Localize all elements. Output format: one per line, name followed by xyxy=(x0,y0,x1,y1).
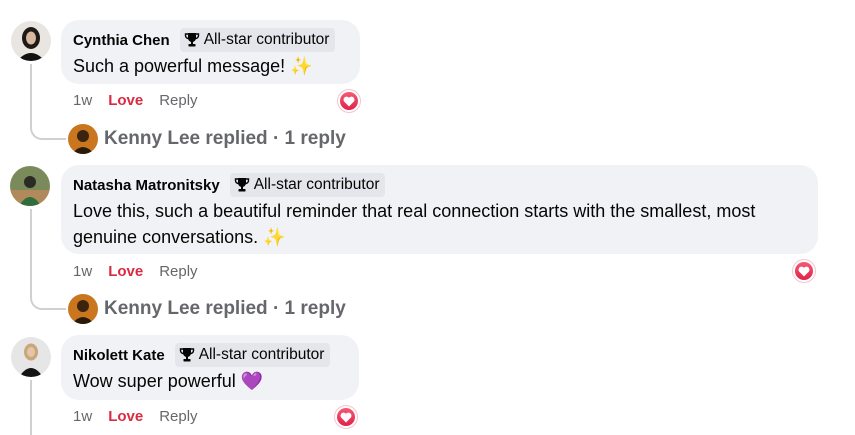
love-reaction-button[interactable]: Love xyxy=(108,263,143,280)
avatar-kenny-lee xyxy=(68,294,98,324)
trophy-icon xyxy=(184,33,199,47)
trophy-icon xyxy=(179,348,194,362)
comment-text: Wow super powerful 💜 xyxy=(73,371,264,391)
contributor-badge[interactable]: All-star contributor xyxy=(174,343,331,367)
replied-summary: Kenny Lee replied · 1 reply xyxy=(104,298,346,319)
trophy-icon xyxy=(234,178,249,192)
thread-line xyxy=(30,64,32,124)
avatar-nikolett-kate[interactable] xyxy=(11,337,51,377)
comment-author[interactable]: Nikolett Kate xyxy=(73,347,165,364)
reply-connector xyxy=(30,288,66,310)
heart-reaction-icon xyxy=(798,266,810,276)
reply-button[interactable]: Reply xyxy=(159,92,197,109)
love-reaction-button[interactable]: Love xyxy=(108,408,143,425)
replied-summary: Kenny Lee replied · 1 reply xyxy=(104,128,346,149)
reply-button[interactable]: Reply xyxy=(159,408,197,425)
thread-line xyxy=(30,209,32,295)
comment-bubble: Cynthia Chen All-star contributor Such a… xyxy=(61,20,360,84)
view-replies-link[interactable]: Kenny Lee replied · 1 reply xyxy=(68,124,346,154)
comment-actions: 1w Love Reply xyxy=(73,263,214,280)
avatar-cynthia-chen[interactable] xyxy=(11,21,51,61)
comment-timestamp[interactable]: 1w xyxy=(73,263,92,280)
badge-label: All-star contributor xyxy=(253,176,380,193)
badge-label: All-star contributor xyxy=(203,31,330,48)
contributor-badge[interactable]: All-star contributor xyxy=(179,28,336,52)
comment-actions: 1w Love Reply xyxy=(73,92,214,109)
reply-connector xyxy=(30,118,66,140)
love-reaction-button[interactable]: Love xyxy=(108,92,143,109)
avatar-natasha-matronitsky[interactable] xyxy=(10,166,50,206)
heart-reaction-icon xyxy=(340,412,352,422)
contributor-badge[interactable]: All-star contributor xyxy=(229,173,386,197)
heart-reaction-icon xyxy=(343,96,355,106)
comment-bubble: Nikolett Kate All-star contributor Wow s… xyxy=(61,335,359,400)
comment-text: Such a powerful message! ✨ xyxy=(73,56,313,76)
badge-label: All-star contributor xyxy=(198,346,325,363)
reply-button[interactable]: Reply xyxy=(159,263,197,280)
reaction-summary[interactable] xyxy=(338,90,360,112)
reaction-summary[interactable] xyxy=(335,406,357,428)
comment-actions: 1w Love Reply xyxy=(73,408,214,425)
comment-author[interactable]: Natasha Matronitsky xyxy=(73,177,220,194)
view-replies-link[interactable]: Kenny Lee replied · 1 reply xyxy=(68,294,346,324)
comment-bubble: Natasha Matronitsky All-star contributor… xyxy=(61,165,818,254)
comment-timestamp[interactable]: 1w xyxy=(73,92,92,109)
comment-text: Love this, such a beautiful reminder tha… xyxy=(73,201,756,247)
avatar-kenny-lee xyxy=(68,124,98,154)
thread-line xyxy=(30,380,32,435)
comment-author[interactable]: Cynthia Chen xyxy=(73,32,170,49)
reaction-summary[interactable] xyxy=(793,260,815,282)
comment-timestamp[interactable]: 1w xyxy=(73,408,92,425)
